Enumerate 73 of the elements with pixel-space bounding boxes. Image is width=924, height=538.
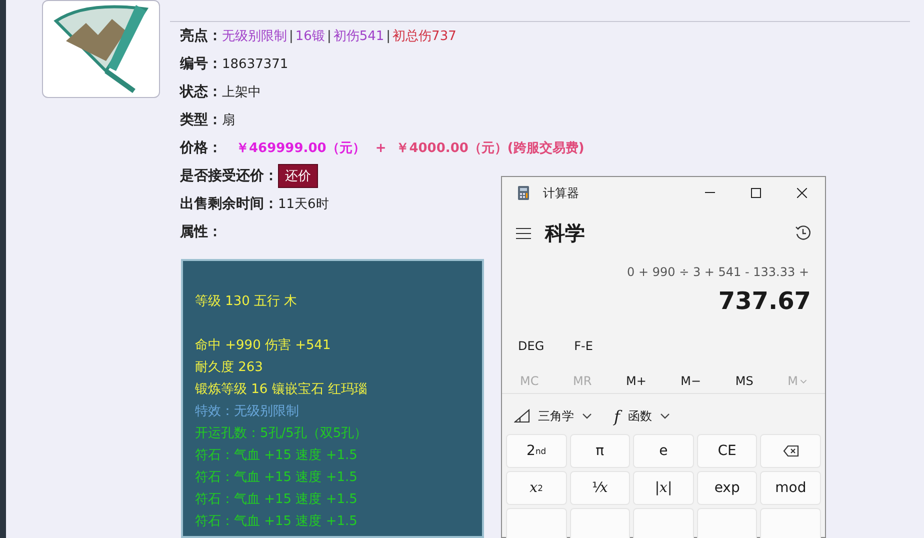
maximize-icon	[751, 188, 761, 198]
field-label: 亮点：	[180, 27, 222, 45]
close-icon	[797, 188, 807, 198]
field-label: 编号：	[180, 55, 222, 73]
chevron-down-icon	[660, 413, 670, 419]
chevron-down-icon	[582, 413, 592, 419]
window-title: 计算器	[543, 184, 580, 202]
calculator-key[interactable]: mod	[760, 471, 821, 505]
attribute-line: 命中 +990 伤害 +541	[195, 337, 332, 355]
highlight-text: 16锻	[295, 28, 325, 45]
calculator-key[interactable]: e	[633, 434, 694, 468]
field-value: 11天6时	[278, 196, 329, 213]
memory-button[interactable]: MS	[735, 374, 754, 388]
triangle-ruler-icon	[514, 409, 530, 423]
field-value: 18637371	[222, 56, 288, 72]
expression-text: 0 + 990 ÷ 3 + 541 - 133.33 +	[626, 264, 810, 281]
field-label: 是否接受还价：	[180, 167, 278, 185]
memory-button[interactable]: M−	[680, 374, 702, 388]
calculator-key[interactable]: |x|	[633, 471, 694, 505]
attribute-line: 开运孔数：5孔/5孔（双5孔）	[195, 425, 368, 443]
function-dropdown[interactable]: 𝑓 函数	[614, 406, 670, 426]
attribute-line: 符石：气血 +15 速度 +1.5	[195, 469, 358, 487]
calculator-key[interactable]: CE	[696, 434, 758, 468]
field-value: 上架中	[222, 84, 261, 101]
calculator-key[interactable]	[696, 508, 758, 538]
highlight-text: 无级别限制	[222, 28, 287, 45]
field-label: 价格：	[180, 139, 222, 157]
angle-toggle-button[interactable]: DEG	[518, 339, 544, 353]
separator-text: +	[375, 140, 386, 156]
calculator-key[interactable]: x$^{2}$	[506, 471, 567, 505]
field-label: 类型：	[180, 111, 222, 129]
field-value: 扇	[222, 112, 235, 129]
calculator-key[interactable]: π	[570, 434, 630, 468]
separator-text: |	[289, 28, 294, 44]
calculator-key[interactable]: exp	[696, 471, 758, 505]
calculator-key[interactable]	[760, 508, 821, 538]
angle-toggle-button[interactable]: F-E	[574, 339, 593, 353]
field-label: 出售剩余时间：	[180, 195, 278, 213]
history-button[interactable]	[795, 225, 811, 241]
attribute-line: 符石：气血 +15 速度 +1.5	[195, 513, 358, 531]
memory-button[interactable]: M+	[626, 374, 646, 388]
highlight-text: 初伤541	[333, 28, 384, 45]
field-label: 状态：	[180, 83, 222, 101]
mode-title: 科学	[545, 220, 586, 246]
calculator-key[interactable]	[570, 508, 630, 538]
highlight-text: ￥469999.00（元）	[236, 140, 366, 157]
separator-text: |	[326, 28, 332, 44]
backspace-key[interactable]	[760, 434, 821, 468]
menu-button[interactable]	[516, 228, 531, 238]
minimize-icon	[705, 192, 715, 194]
backspace-icon	[782, 445, 799, 457]
chevron-down-icon	[800, 378, 807, 384]
calculator-icon	[518, 186, 529, 200]
calculator-key[interactable]	[506, 508, 567, 538]
attribute-line: 锻炼等级 16 镶嵌宝石 红玛瑙	[195, 381, 368, 399]
calculator-key[interactable]: ¹⁄x	[570, 471, 630, 505]
function-dropdown[interactable]: 三角学	[514, 408, 592, 424]
attribute-line: 符石：气血 +15 速度 +1.5	[195, 447, 358, 465]
separator-text: |	[386, 28, 391, 44]
attribute-line: 等级 130 五行 木	[195, 293, 298, 311]
highlight-text: 初总伤737	[392, 28, 456, 45]
attribute-line: 特效：无级别限制	[195, 403, 300, 421]
calculator-key[interactable]	[633, 508, 694, 538]
counter-offer-button[interactable]: 还价	[278, 164, 318, 188]
field-label: 属性：	[180, 223, 222, 241]
function-symbol: 𝑓	[614, 406, 620, 426]
calculator-key[interactable]: 2$^{nd}$	[506, 434, 567, 468]
menu-icon	[516, 228, 531, 238]
result-display: 737.67	[717, 286, 812, 317]
attribute-line: 符石：气血 +15 速度 +1.5	[195, 491, 358, 509]
history-icon	[795, 225, 811, 241]
highlight-text: ￥4000.00（元）(跨服交易费)	[396, 140, 584, 157]
attribute-line: 耐久度 263	[195, 359, 264, 377]
